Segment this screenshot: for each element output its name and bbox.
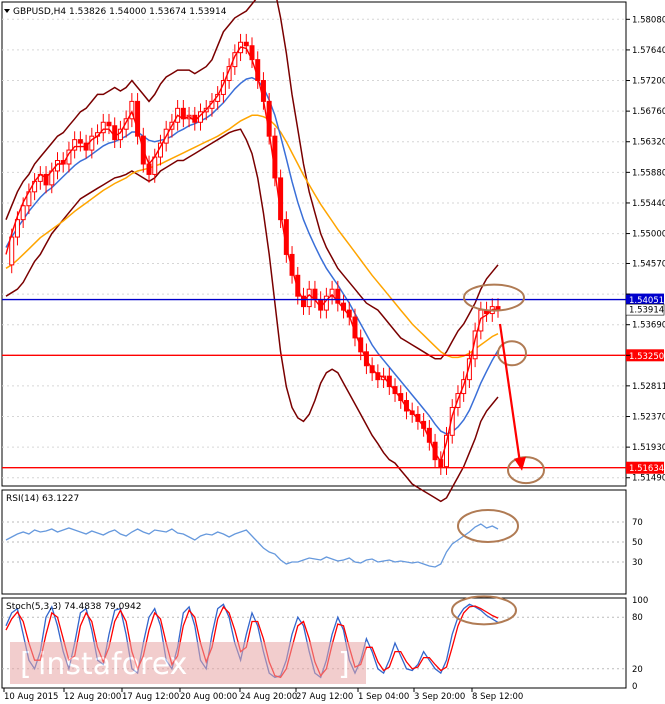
- price-tick-label: 1.55440: [632, 199, 665, 209]
- price-tick-label: 1.58080: [632, 15, 665, 25]
- time-tick-label: 12 Aug 20:00: [64, 692, 121, 702]
- watermark: [ instaforex ]: [10, 642, 366, 684]
- candle-body: [112, 125, 118, 141]
- stoch-tick-label: 0: [632, 682, 637, 692]
- stoch-tick-label: 100: [632, 596, 648, 606]
- time-tick-label: 17 Aug 12:00: [122, 692, 179, 702]
- time-tick-label: 1 Sep 04:00: [358, 692, 409, 702]
- rsi-title: RSI(14) 63.1227: [6, 494, 79, 504]
- candle-body: [146, 163, 152, 175]
- price-tick-label: 1.57200: [632, 77, 665, 87]
- stoch-title: Stoch(5,3,3) 74.4838 79.0942: [6, 602, 141, 612]
- candle-body: [106, 121, 112, 127]
- price-tick-label: 1.52811: [632, 382, 665, 392]
- support-level-label: 1.53250: [629, 352, 664, 362]
- price-tick-label: 1.53690: [632, 321, 665, 331]
- time-tick-label: 8 Sep 12:00: [472, 692, 523, 702]
- price-tick-label: 1.51930: [632, 443, 665, 453]
- price-tick-label: 1.55000: [632, 230, 665, 240]
- price-tick-label: 1.51490: [632, 474, 665, 484]
- symbol-header: GBPUSD,H4 1.53826 1.54000 1.53674 1.5391…: [13, 7, 227, 17]
- stoch-tick-label: 20: [632, 665, 643, 675]
- time-tick-label: 10 Aug 2015: [4, 692, 58, 702]
- svg-text:]: ]: [338, 647, 350, 682]
- price-tick-label: 1.55880: [632, 168, 665, 178]
- candle-body: [20, 205, 26, 221]
- rsi-tick-label: 30: [632, 558, 643, 568]
- price-tick-label: 1.57640: [632, 46, 665, 56]
- support-level-label: 1.51634: [629, 464, 664, 474]
- time-tick-label: 3 Sep 20:00: [414, 692, 465, 702]
- candle-body: [306, 288, 312, 308]
- stoch-tick-label: 80: [632, 613, 643, 623]
- candle-body: [77, 139, 83, 144]
- price-tick-label: 1.56760: [632, 107, 665, 117]
- price-tick-label: 1.52370: [632, 413, 665, 423]
- rsi-tick-label: 70: [632, 518, 643, 528]
- time-tick-label: 20 Aug 00:00: [180, 692, 237, 702]
- time-tick-label: 24 Aug 20:00: [240, 692, 297, 702]
- watermark-text: instaforex: [38, 647, 187, 682]
- forex-chart: 1.540511.532501.516341.539141.580801.576…: [1, 0, 665, 702]
- current-price-label: 1.53914: [629, 306, 664, 316]
- rsi-tick-label: 50: [632, 538, 643, 548]
- time-tick-label: 27 Aug 12:00: [296, 692, 353, 702]
- svg-text:[: [: [20, 647, 32, 682]
- price-tick-label: 1.54570: [632, 259, 665, 269]
- candle-body: [243, 41, 249, 47]
- price-tick-label: 1.56320: [632, 138, 665, 148]
